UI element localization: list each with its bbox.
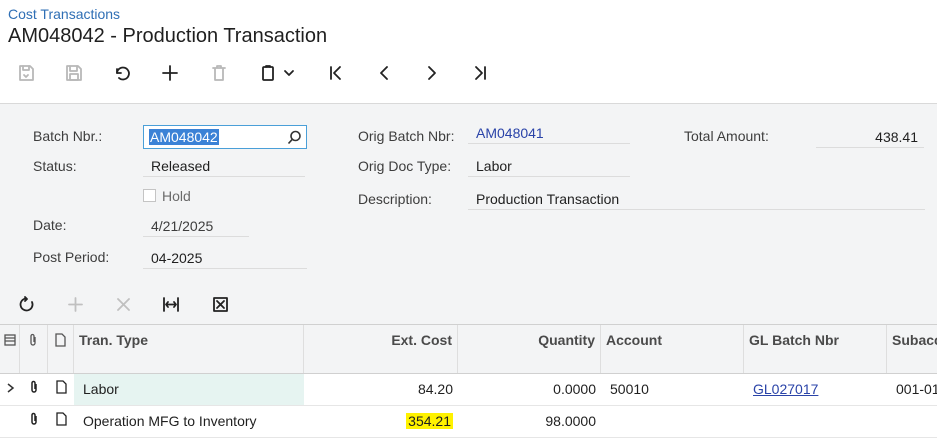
note-icon: [55, 333, 66, 347]
notes-column[interactable]: [48, 325, 74, 373]
trash-icon: [212, 65, 226, 81]
batch-nbr-label: Batch Nbr.:: [33, 128, 103, 144]
batch-nbr-input[interactable]: AM048042: [143, 125, 307, 149]
first-icon: [330, 66, 341, 80]
refresh-button[interactable]: [14, 292, 40, 316]
tran-type-cell[interactable]: Operation MFG to Inventory: [74, 406, 304, 437]
total-amount-label: Total Amount:: [684, 128, 769, 144]
row-note[interactable]: [48, 374, 74, 405]
close-icon: [116, 297, 130, 311]
last-record-button[interactable]: [466, 60, 494, 86]
chevron-right-icon: [7, 383, 15, 393]
chevron-left-icon: [380, 66, 388, 80]
row-expand[interactable]: [0, 374, 20, 405]
orig-batch-nbr-link[interactable]: AM048041: [468, 122, 630, 144]
gl-batch-nbr-cell[interactable]: [744, 406, 887, 437]
subaccount-cell[interactable]: [887, 406, 937, 437]
save-close-icon: [19, 65, 34, 81]
description-value[interactable]: Production Transaction: [468, 188, 925, 210]
row-menu-icon: [4, 334, 16, 346]
col-subaccount[interactable]: Subacc: [887, 325, 937, 373]
row-attachment[interactable]: [20, 406, 48, 437]
chevron-down-icon: [284, 70, 294, 76]
subaccount-cell[interactable]: 001-01: [887, 374, 937, 405]
col-ext-cost[interactable]: Ext. Cost: [304, 325, 458, 373]
page-title: AM048042 - Production Transaction: [8, 25, 328, 47]
delete-row-button[interactable]: [110, 292, 136, 316]
account-cell[interactable]: 50010: [601, 374, 744, 405]
last-icon: [475, 66, 486, 80]
paperclip-icon: [31, 380, 37, 393]
first-record-button[interactable]: [322, 60, 350, 86]
save-icon: [66, 65, 82, 81]
description-label: Description:: [358, 191, 432, 207]
account-cell[interactable]: [601, 406, 744, 437]
date-value[interactable]: 4/21/2025: [143, 215, 249, 237]
breadcrumb[interactable]: Cost Transactions: [8, 6, 120, 22]
chevron-right-icon: [428, 66, 436, 80]
previous-record-button[interactable]: [370, 60, 398, 86]
next-record-button[interactable]: [418, 60, 446, 86]
post-period-label: Post Period:: [33, 249, 110, 265]
export-excel-button[interactable]: [207, 292, 233, 316]
refresh-icon: [19, 295, 33, 311]
status-value[interactable]: Released: [143, 155, 305, 177]
highlighted-ext-cost: 354.21: [406, 413, 453, 429]
grid-header: Tran. Type Ext. Cost Quantity Account GL…: [0, 324, 937, 374]
excel-icon: [212, 296, 228, 312]
plus-icon: [162, 65, 178, 81]
save-button[interactable]: [60, 60, 88, 86]
fit-to-width-icon: [163, 296, 179, 312]
date-label: Date:: [33, 217, 67, 233]
row-settings-column[interactable]: [0, 325, 20, 373]
gl-batch-nbr-cell[interactable]: GL027017: [744, 374, 887, 405]
batch-nbr-value: AM048042: [149, 129, 219, 145]
delete-button[interactable]: [205, 60, 233, 86]
status-label: Status:: [33, 158, 77, 174]
search-icon[interactable]: [287, 130, 302, 145]
tran-type-cell[interactable]: Labor: [74, 374, 304, 405]
row-attachment[interactable]: [20, 374, 48, 405]
gl-batch-link[interactable]: GL027017: [753, 381, 818, 397]
quantity-cell[interactable]: 98.0000: [458, 406, 601, 437]
note-icon: [56, 380, 67, 394]
total-amount-value: 438.41: [816, 126, 924, 148]
col-quantity[interactable]: Quantity: [458, 325, 601, 373]
paperclip-icon: [30, 333, 36, 346]
orig-doc-type-value[interactable]: Labor: [468, 155, 630, 177]
copy-paste-menu[interactable]: [254, 60, 300, 86]
quantity-cell[interactable]: 0.0000: [458, 374, 601, 405]
col-gl-batch-nbr[interactable]: GL Batch Nbr: [744, 325, 887, 373]
fit-columns-button[interactable]: [158, 292, 184, 316]
ext-cost-cell[interactable]: 84.20: [304, 374, 458, 405]
hold-label: Hold: [162, 188, 191, 204]
attachment-column[interactable]: [20, 325, 48, 373]
undo-button[interactable]: [108, 60, 136, 86]
orig-batch-nbr-label: Orig Batch Nbr:: [358, 128, 455, 144]
clipboard-icon: [262, 65, 274, 81]
row-note[interactable]: [48, 406, 74, 437]
col-tran-type[interactable]: Tran. Type: [74, 325, 304, 373]
ext-cost-cell[interactable]: 354.21: [304, 406, 458, 437]
table-row[interactable]: Operation MFG to Inventory 354.21 98.000…: [0, 406, 937, 438]
hold-checkbox[interactable]: [143, 189, 156, 202]
post-period-value[interactable]: 04-2025: [143, 247, 307, 269]
table-row[interactable]: Labor 84.20 0.0000 50010 GL027017 001-01: [0, 374, 937, 406]
add-button[interactable]: [156, 60, 184, 86]
paperclip-icon: [31, 412, 37, 425]
note-icon: [56, 412, 67, 426]
save-close-button[interactable]: [12, 60, 40, 86]
plus-icon: [67, 296, 83, 312]
orig-doc-type-label: Orig Doc Type:: [358, 158, 452, 174]
undo-icon: [116, 66, 130, 81]
add-row-button[interactable]: [62, 292, 88, 316]
col-account[interactable]: Account: [601, 325, 744, 373]
